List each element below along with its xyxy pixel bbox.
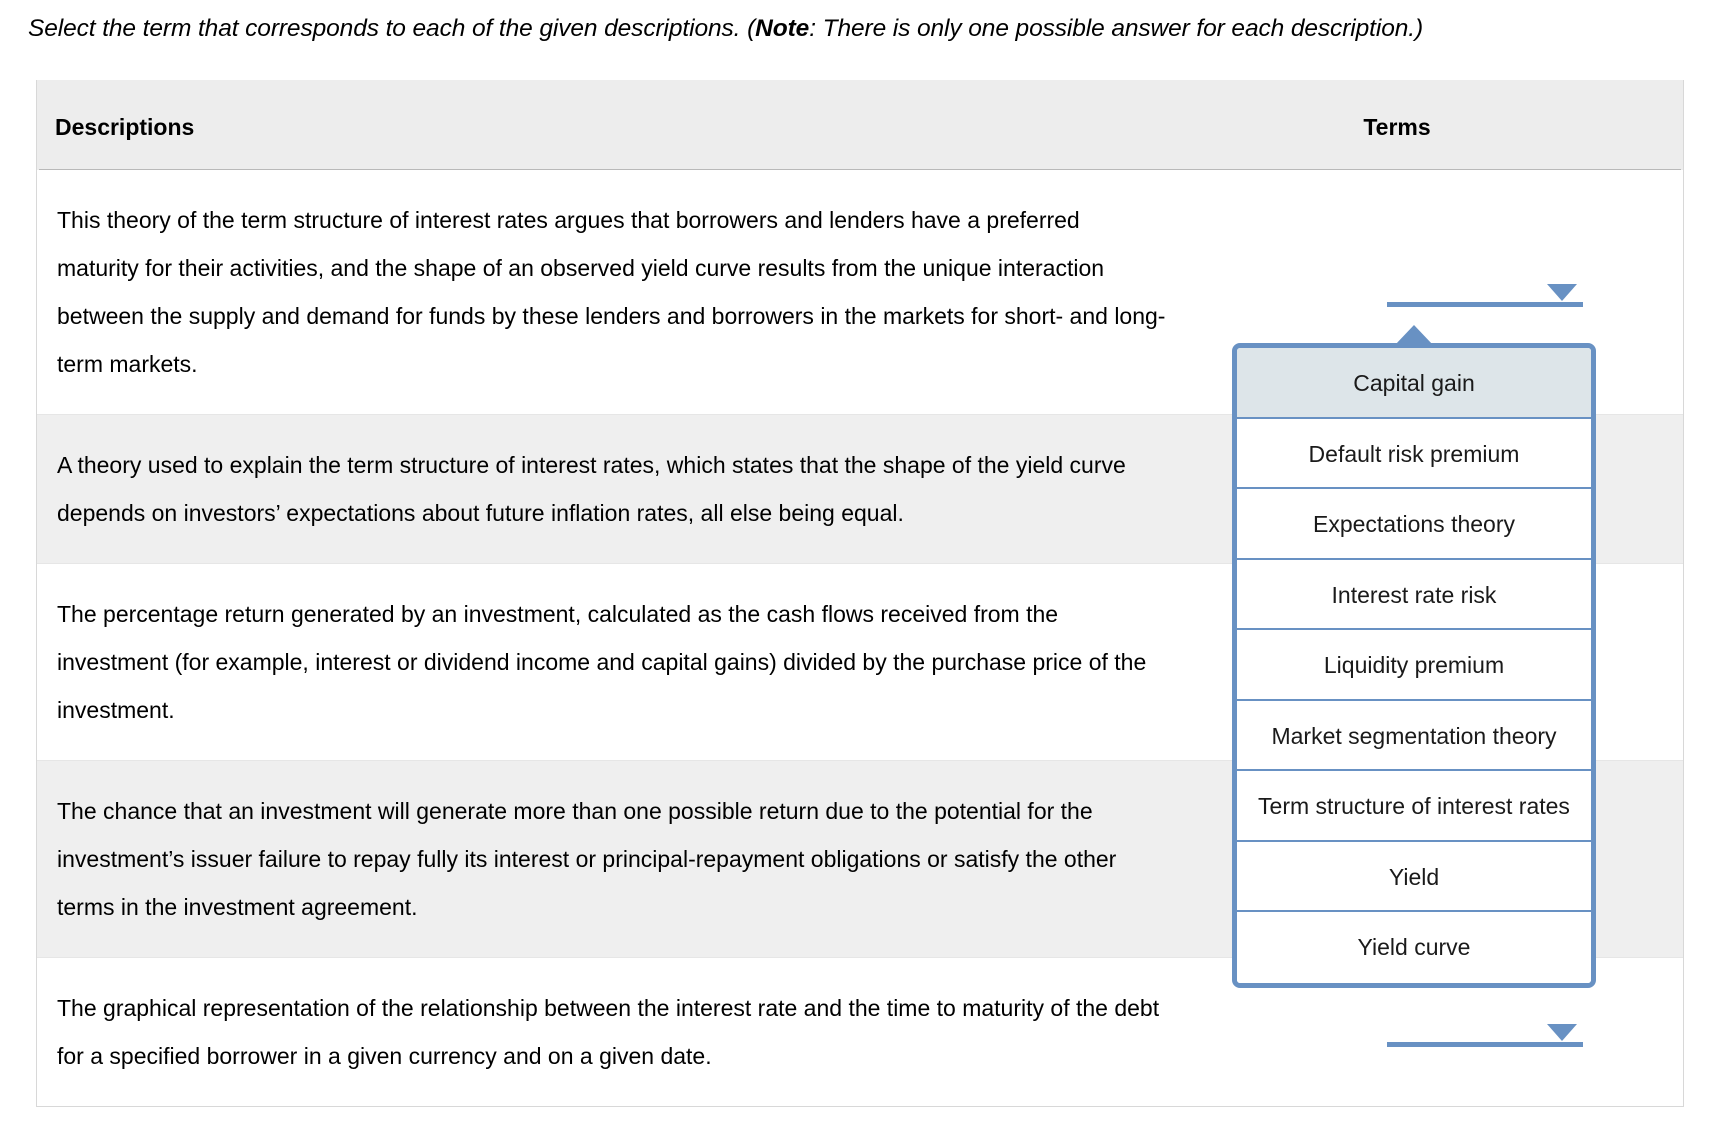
caret-up-icon — [1395, 325, 1433, 345]
description-cell: The chance that an investment will gener… — [57, 798, 1117, 920]
dropdown-option-yield-curve[interactable]: Yield curve — [1237, 912, 1591, 983]
page-instruction: Select the term that corresponds to each… — [28, 12, 1698, 46]
dropdown-option-liquidity-premium[interactable]: Liquidity premium — [1237, 630, 1591, 701]
select-underline — [1387, 302, 1583, 307]
table-header-row: Descriptions Terms — [37, 80, 1683, 170]
chevron-down-icon[interactable] — [1547, 1024, 1577, 1041]
dropdown-option-yield[interactable]: Yield — [1237, 841, 1591, 912]
column-header-terms: Terms — [1363, 114, 1431, 140]
description-cell: This theory of the term structure of int… — [57, 207, 1166, 377]
dropdown-option-capital-gain[interactable]: Capital gain — [1237, 348, 1591, 419]
term-select-row-5[interactable] — [1387, 1017, 1583, 1047]
description-cell: The percentage return generated by an in… — [57, 601, 1147, 723]
description-cell: A theory used to explain the term struct… — [57, 452, 1126, 526]
dropdown-option-market-segmentation-theory[interactable]: Market segmentation theory — [1237, 700, 1591, 771]
dropdown-option-interest-rate-risk[interactable]: Interest rate risk — [1237, 559, 1591, 630]
dropdown-option-expectations-theory[interactable]: Expectations theory — [1237, 489, 1591, 560]
term-cell — [1197, 1002, 1683, 1062]
term-select-row-1[interactable] — [1387, 277, 1583, 307]
term-cell — [1197, 262, 1683, 322]
select-underline — [1387, 1042, 1583, 1047]
instruction-note-label: Note — [755, 15, 810, 42]
dropdown-option-term-structure-of-interest-rates[interactable]: Term structure of interest rates — [1237, 771, 1591, 842]
term-options-dropdown[interactable]: Capital gain Default risk premium Expect… — [1232, 343, 1596, 988]
dropdown-option-default-risk-premium[interactable]: Default risk premium — [1237, 418, 1591, 489]
description-cell: The graphical representation of the rela… — [57, 995, 1160, 1069]
instruction-text-part1: Select the term that corresponds to each… — [28, 15, 756, 42]
column-header-descriptions: Descriptions — [55, 114, 195, 140]
chevron-down-icon[interactable] — [1547, 284, 1577, 301]
instruction-text-part2: : There is only one possible answer for … — [809, 15, 1424, 42]
